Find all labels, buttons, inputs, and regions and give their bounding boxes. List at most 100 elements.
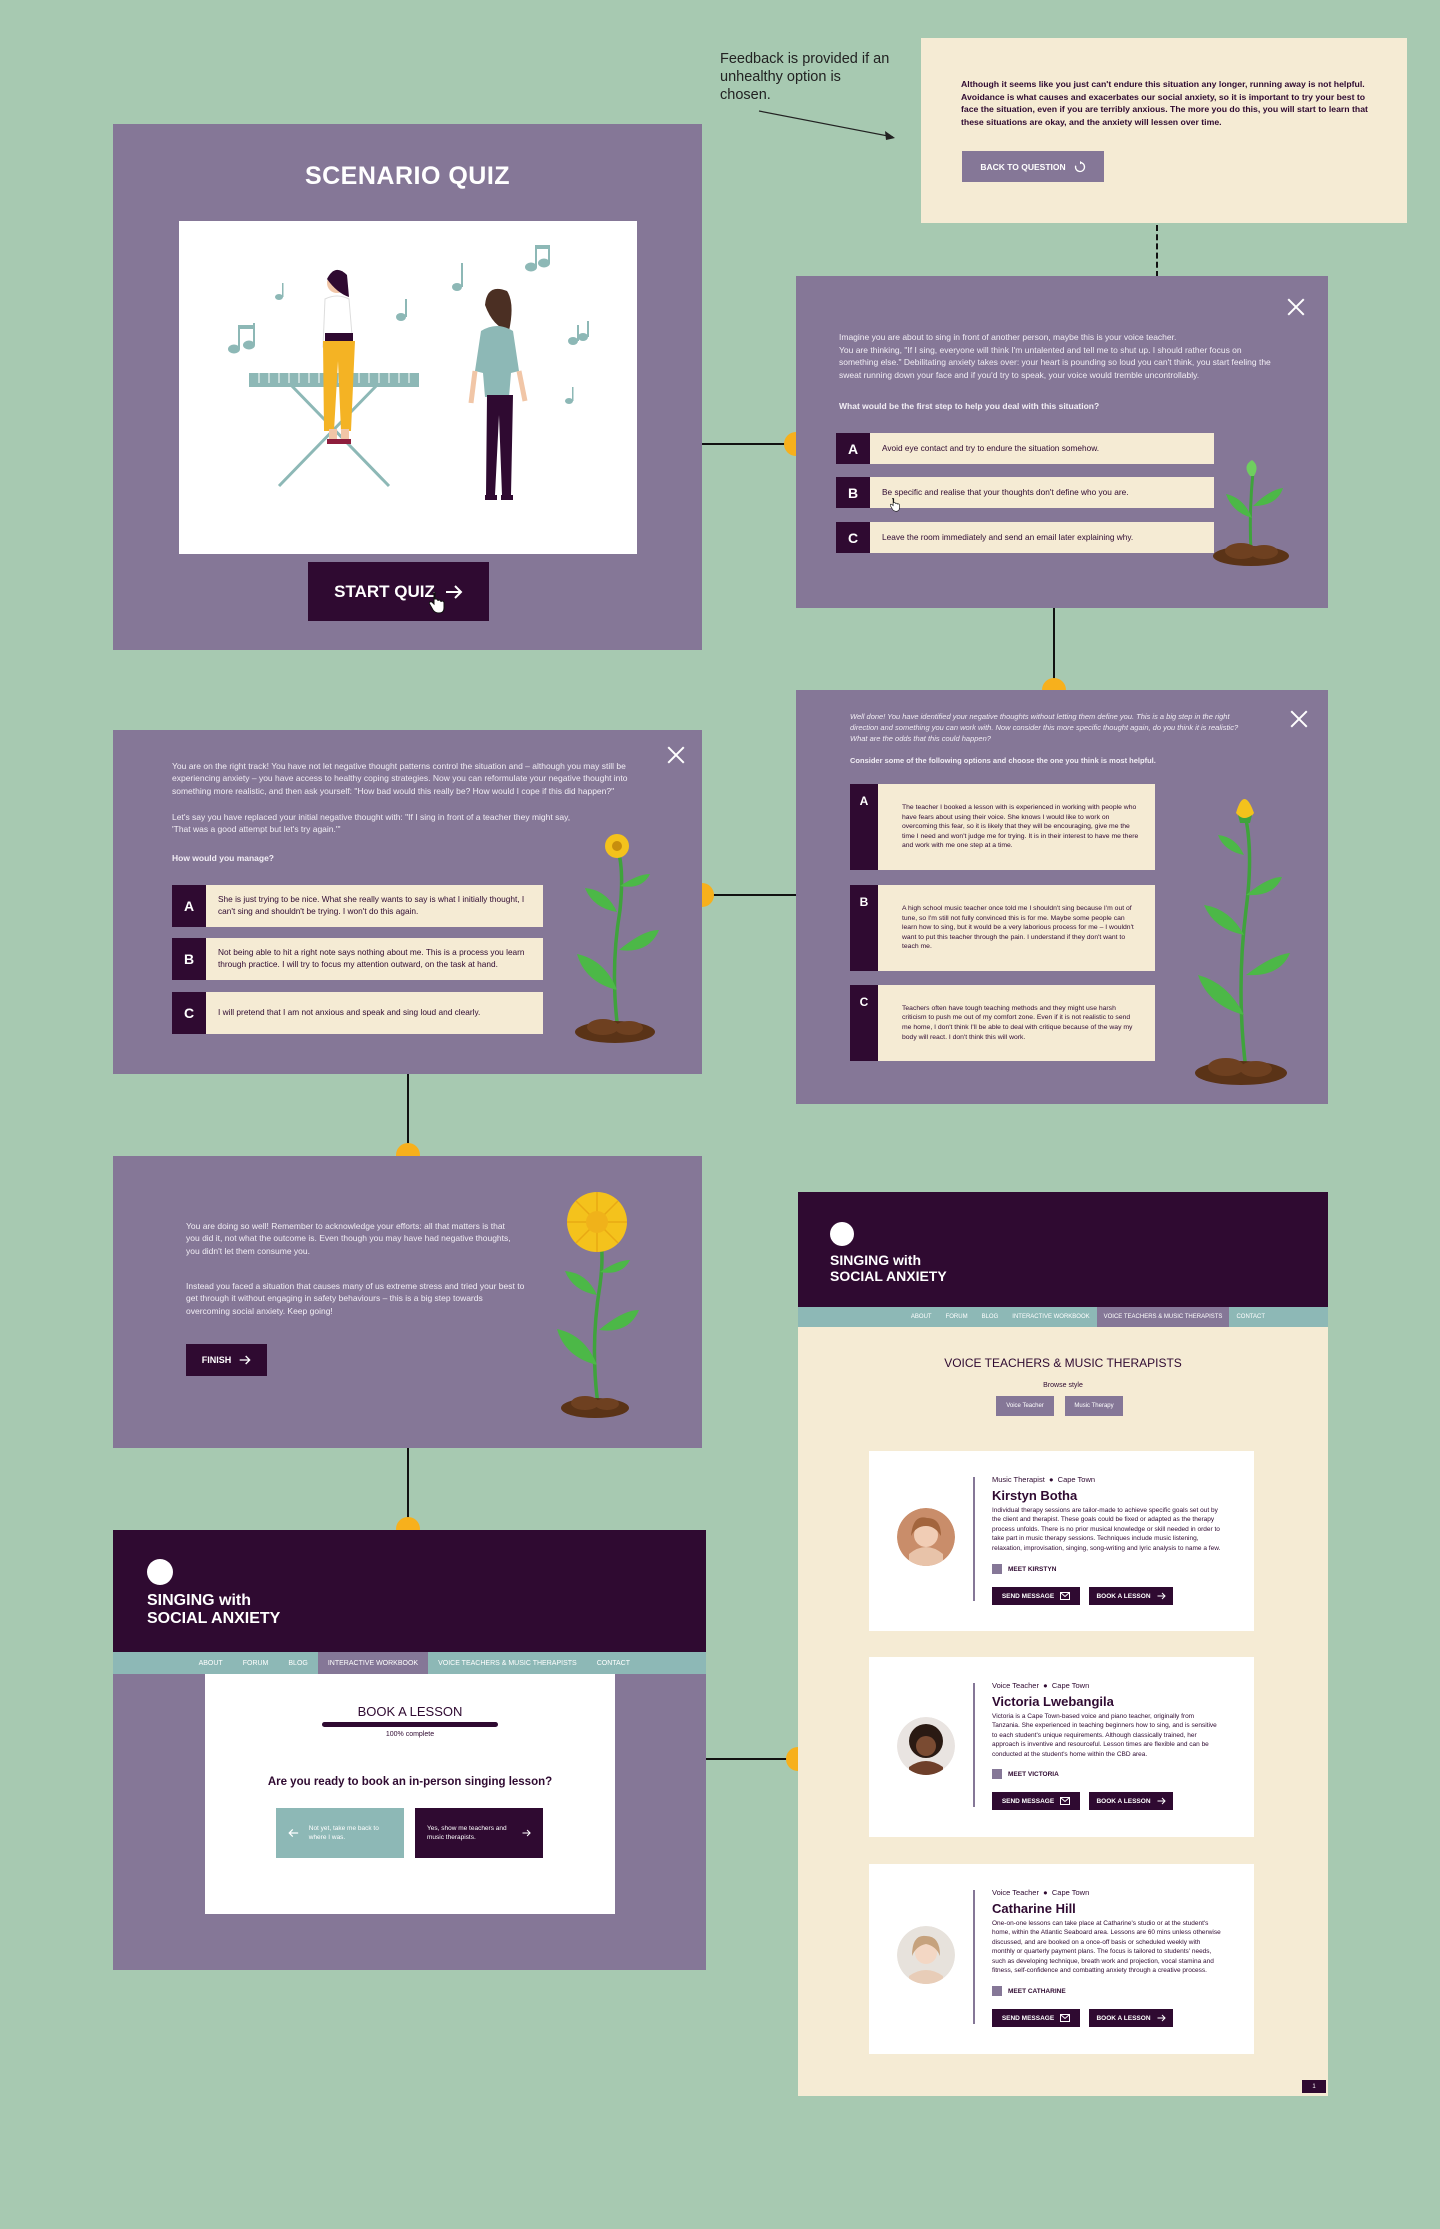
send-message-button[interactable]: SEND MESSAGE xyxy=(992,2009,1080,2027)
meet-link[interactable]: MEET KIRSTYN xyxy=(992,1564,1056,1574)
teachers-site: SINGING with SOCIAL ANXIETY ABOUT FORUM … xyxy=(798,1192,1328,2096)
q1-option-c[interactable]: C Leave the room immediately and send an… xyxy=(836,522,1214,553)
annotation-text: Feedback is provided if an unhealthy opt… xyxy=(720,51,890,104)
q3-option-a[interactable]: A She is just trying to be nice. What sh… xyxy=(172,885,543,927)
connector-booking-teachers xyxy=(705,1758,798,1760)
q2-option-b[interactable]: B A high school music teacher once told … xyxy=(850,885,1155,971)
send-message-label: SEND MESSAGE xyxy=(1001,1797,1055,1805)
nav-about[interactable]: ABOUT xyxy=(904,1307,939,1327)
option-text: Teachers often have tough teaching metho… xyxy=(878,985,1155,1061)
close-icon[interactable] xyxy=(1290,710,1308,728)
pointer-cursor-icon xyxy=(429,592,445,614)
teacher-city: Cape Town xyxy=(1057,1475,1096,1484)
progress-label: 100% complete xyxy=(385,1731,435,1738)
q2-option-c[interactable]: C Teachers often have tough teaching met… xyxy=(850,985,1155,1061)
nav-contact[interactable]: CONTACT xyxy=(587,1652,640,1674)
feedback-text: Although it seems like you just can't en… xyxy=(961,79,1368,127)
nav-voice-teachers[interactable]: VOICE TEACHERS & MUSIC THERAPISTS xyxy=(1096,1307,1230,1327)
finish-button[interactable]: FINISH xyxy=(186,1344,267,1376)
nav-forum[interactable]: FORUM xyxy=(939,1307,975,1327)
main-nav: ABOUT FORUM BLOG INTERACTIVE WORKBOOK VO… xyxy=(113,1652,706,1674)
finish-text-1: You are doing so well! Remember to ackno… xyxy=(186,1221,511,1256)
q3-option-c[interactable]: C I will pretend that I am not anxious a… xyxy=(172,992,543,1034)
teacher-card-catharine: Voice Teacher ● Cape Town Catharine Hill… xyxy=(869,1864,1254,2054)
q3-option-b[interactable]: B Not being able to hit a right note say… xyxy=(172,938,543,980)
start-quiz-button[interactable]: START QUIZ xyxy=(308,562,489,621)
teacher-bio: Victoria is a Cape Town-based voice and … xyxy=(992,1713,1217,1758)
booking-card: BOOK A LESSON 100% complete Are you read… xyxy=(205,1674,615,1914)
meet-link[interactable]: MEET CATHARINE xyxy=(992,1986,1066,1996)
book-lesson-button[interactable]: BOOK A LESSON xyxy=(1089,1587,1173,1605)
progress-bar xyxy=(322,1722,498,1727)
option-letter: B xyxy=(836,477,870,508)
send-message-label: SEND MESSAGE xyxy=(1001,2014,1055,2022)
connector-q2-q3 xyxy=(702,894,796,896)
site-logo-icon xyxy=(147,1559,173,1585)
back-to-question-button[interactable]: BACK TO QUESTION xyxy=(962,151,1104,182)
show-teachers-button[interactable]: Yes, show me teachers and music therapis… xyxy=(415,1808,543,1858)
nav-interactive-workbook[interactable]: INTERACTIVE WORKBOOK xyxy=(1005,1307,1096,1327)
teacher-city: Cape Town xyxy=(1051,1888,1090,1897)
arrow-right-icon xyxy=(445,584,463,599)
mail-icon xyxy=(1060,1797,1071,1805)
book-lesson-label: BOOK A LESSON xyxy=(1096,2014,1151,2022)
close-icon[interactable] xyxy=(1287,298,1305,316)
avatar-victoria xyxy=(897,1717,955,1775)
book-lesson-button[interactable]: BOOK A LESSON xyxy=(1089,1792,1173,1810)
nav-contact[interactable]: CONTACT xyxy=(1229,1307,1272,1327)
teacher-bio: Individual therapy sessions are tailor-m… xyxy=(992,1507,1221,1552)
not-yet-label: Not yet, take me back to where I was. xyxy=(308,1824,379,1841)
connector-start-q1 xyxy=(702,443,796,445)
arrow-right-icon xyxy=(239,1355,251,1365)
close-icon[interactable] xyxy=(667,746,685,764)
filter-voice-teacher[interactable]: Voice Teacher xyxy=(996,1396,1054,1416)
nav-blog[interactable]: BLOG xyxy=(975,1307,1006,1327)
q3-intro-a: You are on the right track! You have not… xyxy=(172,761,628,796)
send-message-button[interactable]: SEND MESSAGE xyxy=(992,1792,1080,1810)
pagination-page[interactable]: 1 xyxy=(1302,2080,1326,2093)
q2-question: Consider some of the following options a… xyxy=(850,756,1156,765)
send-message-button[interactable]: SEND MESSAGE xyxy=(992,1587,1080,1605)
quiz-title: SCENARIO QUIZ xyxy=(304,162,511,190)
card-divider xyxy=(973,1890,975,2024)
teacher-name: Kirstyn Botha xyxy=(992,1488,1078,1503)
quiz-start-panel: SCENARIO QUIZ START QUIZ xyxy=(113,124,702,650)
teacher-city: Cape Town xyxy=(1051,1681,1090,1690)
card-divider xyxy=(973,1683,975,1807)
teacher-meta: Voice Teacher ● Cape Town xyxy=(992,1888,1090,1897)
option-text: She is just trying to be nice. What she … xyxy=(206,885,543,927)
booking-title: BOOK A LESSON xyxy=(357,1704,463,1719)
site-header: SINGING with SOCIAL ANXIETY xyxy=(798,1192,1328,1307)
mail-icon xyxy=(1060,2014,1071,2022)
q2-option-a[interactable]: A The teacher I booked a lesson with is … xyxy=(850,784,1155,870)
nav-forum[interactable]: FORUM xyxy=(233,1652,279,1674)
question-3-panel: You are on the right track! You have not… xyxy=(113,730,702,1074)
booking-question: Are you ready to book an in-person singi… xyxy=(267,1776,553,1788)
q1-option-a[interactable]: A Avoid eye contact and try to endure th… xyxy=(836,433,1214,464)
finish-label: FINISH xyxy=(201,1355,232,1365)
option-letter: B xyxy=(172,938,206,980)
meet-label: MEET CATHARINE xyxy=(1008,1987,1066,1995)
option-text: Leave the room immediately and send an e… xyxy=(870,522,1214,553)
teacher-role: Voice Teacher xyxy=(992,1681,1039,1690)
option-letter: C xyxy=(172,992,206,1034)
not-yet-button[interactable]: Not yet, take me back to where I was. xyxy=(276,1808,404,1858)
option-text: Avoid eye contact and try to endure the … xyxy=(870,433,1214,464)
option-letter: C xyxy=(850,985,878,1061)
mini-avatar-icon xyxy=(992,1986,1002,1996)
progress-fill xyxy=(322,1722,498,1727)
q3-question: How would you manage? xyxy=(172,853,275,863)
seedling-illustration xyxy=(1213,460,1289,566)
nav-interactive-workbook[interactable]: INTERACTIVE WORKBOOK xyxy=(317,1652,429,1674)
option-letter: A xyxy=(172,885,206,927)
site-header: SINGING with SOCIAL ANXIETY xyxy=(113,1530,706,1652)
nav-voice-teachers[interactable]: VOICE TEACHERS & MUSIC THERAPISTS xyxy=(428,1652,587,1674)
nav-blog[interactable]: BLOG xyxy=(278,1652,317,1674)
start-quiz-label: START QUIZ xyxy=(334,581,435,601)
book-lesson-button[interactable]: BOOK A LESSON xyxy=(1089,2009,1173,2027)
q1-intro-b: You are thinking, "If I sing, everyone w… xyxy=(839,345,1271,380)
meet-link[interactable]: MEET VICTORIA xyxy=(992,1769,1059,1779)
book-lesson-label: BOOK A LESSON xyxy=(1096,1592,1151,1600)
nav-about[interactable]: ABOUT xyxy=(189,1652,233,1674)
filter-music-therapy[interactable]: Music Therapy xyxy=(1065,1396,1123,1416)
